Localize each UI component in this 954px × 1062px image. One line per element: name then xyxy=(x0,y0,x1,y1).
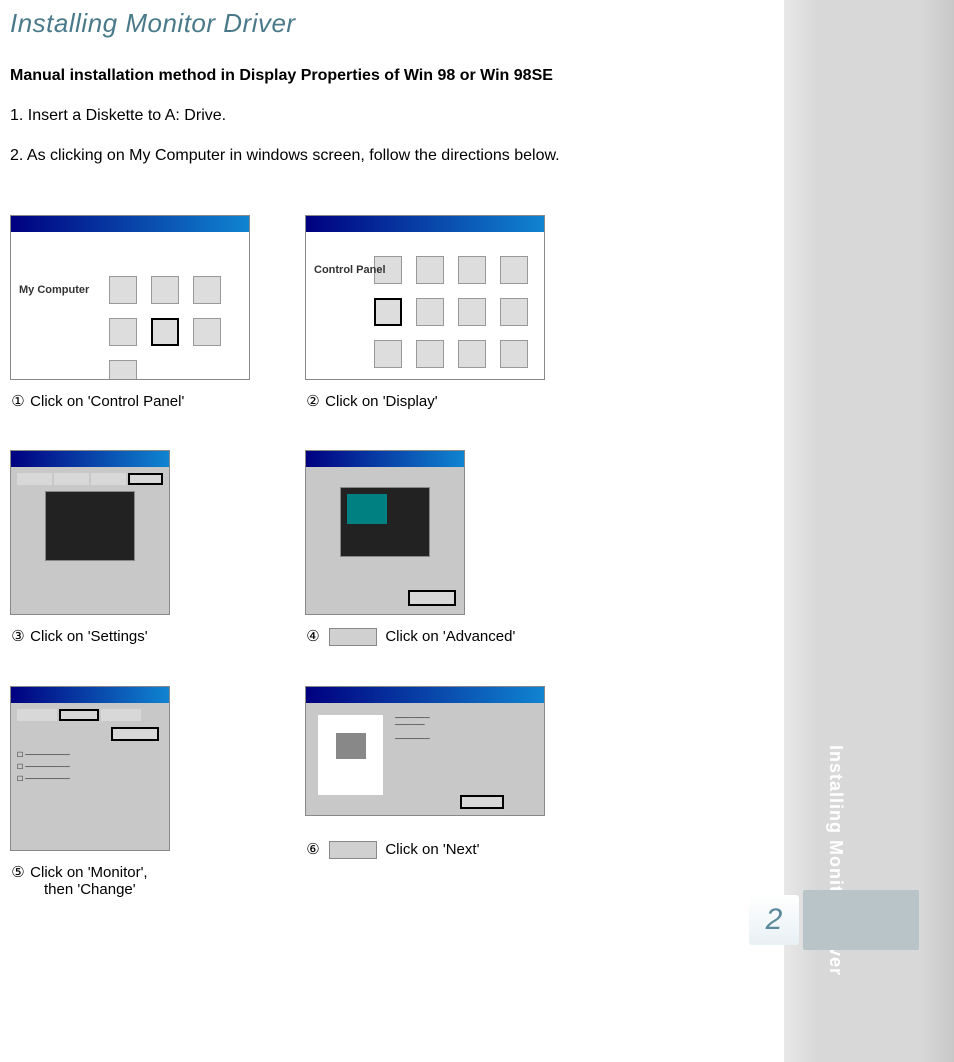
advanced-button-inline xyxy=(329,628,377,646)
caption-1-num: ① xyxy=(10,392,26,410)
desktop-preview xyxy=(347,494,387,524)
cp-item-icon xyxy=(500,340,528,368)
row-3: ☐ ───────── ☐ ───────── ☐ ───────── ⑤ Cl… xyxy=(10,686,780,898)
control-panel-label: Control Panel xyxy=(314,264,386,276)
subtitle: Manual installation method in Display Pr… xyxy=(10,67,780,85)
drive-icon xyxy=(109,276,137,304)
change-button-highlight xyxy=(111,727,159,741)
window-body: ──────────────────── xyxy=(306,703,544,815)
row-2: ③ Click on 'Settings' ④ xyxy=(10,450,780,646)
caption-2-num: ② xyxy=(305,392,321,410)
screenshot-2-col: Control Panel xyxy=(305,215,565,410)
next-button-highlight xyxy=(460,795,504,809)
sched-icon xyxy=(109,360,137,380)
window-body xyxy=(11,467,169,614)
printers-icon xyxy=(109,318,137,346)
window-titlebar xyxy=(306,216,544,232)
caption-1-text: Click on 'Control Panel' xyxy=(30,393,184,410)
window-body: ☐ ───────── ☐ ───────── ☐ ───────── xyxy=(11,703,169,850)
monitor-preview xyxy=(340,487,430,557)
page-title: Installing Monitor Driver xyxy=(10,8,780,39)
next-button-inline xyxy=(329,841,377,859)
sidebar: Installing Moniter Driver xyxy=(784,0,954,1062)
window-body: Control Panel xyxy=(306,232,544,379)
control-panel-icon xyxy=(151,318,179,346)
caption-3-num: ③ xyxy=(10,627,26,645)
cp-item-icon xyxy=(416,298,444,326)
caption-2-text: Click on 'Display' xyxy=(325,393,437,410)
checkbox-line: ☐ ───────── xyxy=(17,775,163,783)
screenshot-monitor-tab: ☐ ───────── ☐ ───────── ☐ ───────── xyxy=(10,686,170,851)
caption-2: ② Click on 'Display' xyxy=(305,392,565,410)
computer-icon xyxy=(336,733,366,759)
cp-item-icon xyxy=(500,256,528,284)
caption-6-num: ⑥ xyxy=(305,840,321,858)
window-titlebar xyxy=(306,451,464,467)
tab-item xyxy=(91,473,126,485)
window-body: My Computer xyxy=(11,232,249,379)
window-titlebar xyxy=(11,687,169,703)
monitor-tab xyxy=(59,709,99,721)
dialup-icon xyxy=(193,318,221,346)
cp-item-icon xyxy=(458,256,486,284)
caption-5-line1: Click on 'Monitor', xyxy=(30,864,147,881)
advanced-button-highlight xyxy=(408,590,456,606)
cp-item-icon xyxy=(416,340,444,368)
caption-5: ⑤ Click on 'Monitor', then 'Change' xyxy=(10,863,270,898)
window-titlebar xyxy=(11,451,169,467)
wizard-graphic xyxy=(318,715,383,795)
caption-3: ③ Click on 'Settings' xyxy=(10,627,270,645)
caption-4-text: Click on 'Advanced' xyxy=(385,628,515,645)
row-1: My Computer ① Click xyxy=(10,215,780,410)
my-computer-label: My Computer xyxy=(19,284,89,296)
cp-item-icon xyxy=(458,340,486,368)
window-body xyxy=(306,467,464,614)
tab-item xyxy=(17,473,52,485)
window-titlebar xyxy=(306,687,544,703)
screenshot-3-col: ③ Click on 'Settings' xyxy=(10,450,270,646)
sidebar-accent xyxy=(803,890,919,950)
tab-item xyxy=(17,709,57,721)
wizard-text: ──────────────────── xyxy=(389,709,538,809)
window-titlebar xyxy=(11,216,249,232)
screenshot-wizard: ──────────────────── xyxy=(305,686,545,816)
settings-tab xyxy=(128,473,163,485)
caption-6-text: Click on 'Next' xyxy=(385,841,479,858)
caption-4: ④ Click on 'Advanced' xyxy=(305,627,565,646)
screenshot-5-col: ☐ ───────── ☐ ───────── ☐ ───────── ⑤ Cl… xyxy=(10,686,270,898)
caption-3-text: Click on 'Settings' xyxy=(30,628,147,645)
caption-6: ⑥ Click on 'Next' xyxy=(305,840,565,859)
caption-1: ① Click on 'Control Panel' xyxy=(10,392,270,410)
tab-item xyxy=(101,709,141,721)
monitor-preview xyxy=(45,491,135,561)
cp-item-icon xyxy=(500,298,528,326)
step-1: 1. Insert a Diskette to A: Drive. xyxy=(10,107,780,125)
screenshot-control-panel: Control Panel xyxy=(305,215,545,380)
chapter-number: 2 xyxy=(749,895,799,945)
checkbox-line: ☐ ───────── xyxy=(17,751,163,759)
screenshot-my-computer: My Computer xyxy=(10,215,250,380)
cp-item-icon xyxy=(374,340,402,368)
display-icon xyxy=(374,298,402,326)
caption-4-num: ④ xyxy=(305,627,321,645)
tab-item xyxy=(54,473,89,485)
step-2: 2. As clicking on My Computer in windows… xyxy=(10,147,780,165)
cp-item-icon xyxy=(416,256,444,284)
screenshot-1-col: My Computer ① Click xyxy=(10,215,270,410)
screenshot-4-col: ④ Click on 'Advanced' xyxy=(305,450,565,646)
drive-icon xyxy=(193,276,221,304)
screenshot-display-props xyxy=(10,450,170,615)
screenshot-6-col: ──────────────────── ⑥ Click on 'Next' xyxy=(305,686,565,898)
caption-5-line2: then 'Change' xyxy=(44,881,136,898)
screenshot-settings-tab xyxy=(305,450,465,615)
drive-icon xyxy=(151,276,179,304)
caption-5-num: ⑤ xyxy=(10,863,26,881)
checkbox-line: ☐ ───────── xyxy=(17,763,163,771)
cp-item-icon xyxy=(458,298,486,326)
screenshot-grid: My Computer ① Click xyxy=(10,215,780,898)
